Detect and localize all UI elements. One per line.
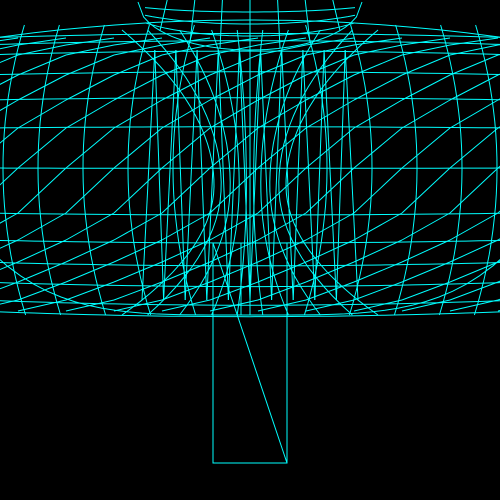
wireframe-scene — [0, 0, 500, 500]
wireframe-viewport — [0, 0, 500, 500]
